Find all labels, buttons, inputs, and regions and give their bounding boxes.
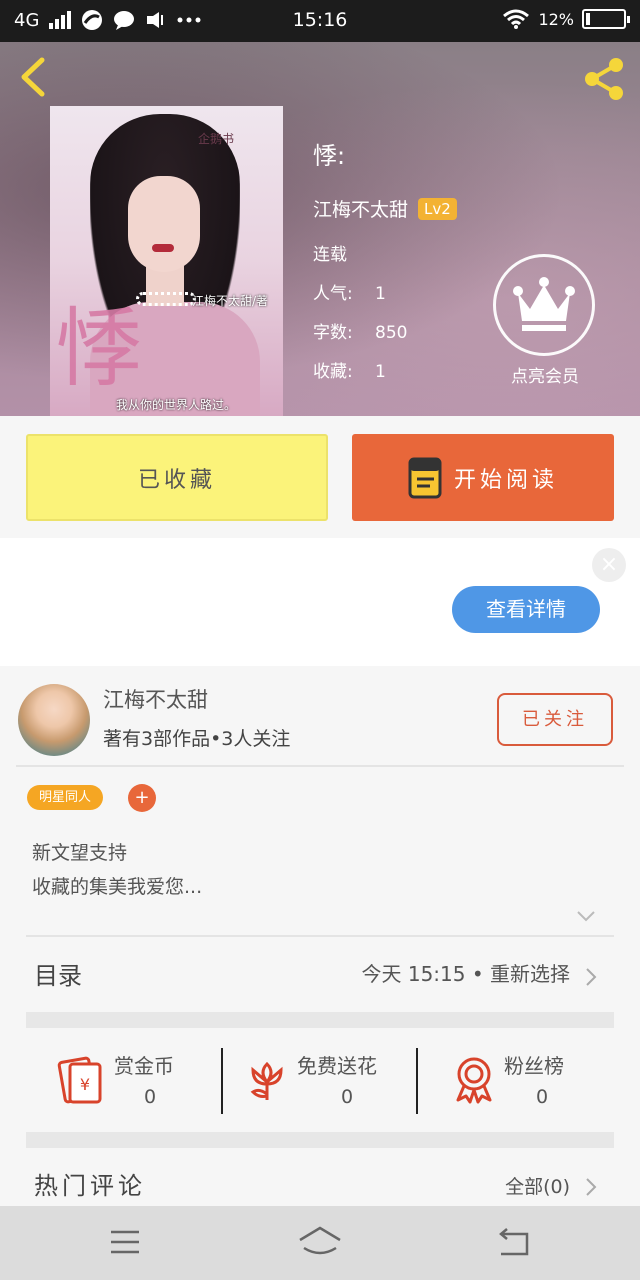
cover-big-char: 悸 [56, 299, 142, 399]
chevron-left-icon[interactable] [14, 54, 54, 100]
collected-button[interactable]: 已收藏 [26, 434, 328, 521]
rewards-row: ¥ 赏金币 0 免费送花 0 粉丝榜 0 [26, 1030, 614, 1128]
avatar[interactable] [18, 684, 90, 756]
system-navbar [0, 1206, 640, 1280]
reward-value: 0 [536, 1086, 549, 1108]
author-card-meta: 著有3部作品•3人关注 [103, 728, 291, 750]
reward-fans[interactable]: 粉丝榜 0 [418, 1030, 614, 1128]
catalog-value: 今天 15:15 • 重新选择 [361, 962, 570, 986]
book-title: 悸: [313, 142, 346, 170]
catalog-label: 目录 [34, 962, 82, 990]
cover-necklace [136, 292, 196, 306]
ad-banner: × 查看详情 [0, 538, 640, 666]
divider [26, 935, 614, 937]
stat-key: 字数: [313, 323, 353, 343]
all-comments-link[interactable]: 全部(0) [505, 1172, 570, 1199]
close-icon[interactable]: × [592, 548, 626, 582]
flower-icon [250, 1061, 283, 1100]
back-icon[interactable] [491, 1222, 539, 1262]
battery-label: 12% [538, 9, 574, 29]
chevron-right-icon [586, 968, 597, 986]
vip-button[interactable] [493, 254, 595, 356]
red-envelope-icon: ¥ [57, 1056, 102, 1104]
stat-popularity: 人气: 1 [313, 279, 457, 304]
reward-label: 粉丝榜 [504, 1054, 564, 1078]
chevron-down-icon[interactable] [576, 906, 596, 926]
cover-face [128, 176, 200, 272]
crown-icon [513, 277, 575, 331]
section-band [26, 1132, 614, 1148]
stat-value: 1 [375, 284, 386, 304]
reward-label: 赏金币 [114, 1054, 174, 1078]
stat-collections: 收藏: 1 [313, 357, 457, 382]
reward-value: 0 [144, 1086, 157, 1108]
view-details-button[interactable]: 查看详情 [452, 586, 600, 633]
section-band [26, 1012, 614, 1028]
book-icon [408, 457, 442, 498]
description-line: 收藏的集美我爱您... [32, 876, 203, 898]
tag-chip[interactable]: 明星同人 [27, 785, 104, 810]
status-right: 12% [502, 9, 630, 29]
home-icon[interactable] [296, 1222, 344, 1262]
stat-value: 1 [375, 362, 386, 382]
author-name[interactable]: 江梅不太甜 [313, 195, 408, 222]
level-badge: Lv2 [418, 197, 457, 220]
stat-value: 850 [375, 323, 408, 343]
book-cover[interactable]: 悸 企鹅书 江梅不太甜/著 我从你的世界人路过。 [50, 106, 283, 416]
add-tag-button[interactable]: + [128, 784, 156, 812]
book-description: 新文望支持 收藏的集美我爱您... [32, 836, 202, 904]
svg-text:¥: ¥ [80, 1075, 90, 1094]
stat-key: 人气: [313, 284, 353, 304]
reward-flowers[interactable]: 免费送花 0 [223, 1030, 417, 1128]
reward-value: 0 [341, 1086, 354, 1108]
status-bar: 4G 15:16 12% [0, 0, 640, 42]
cover-slogan: 我从你的世界人路过。 [116, 398, 237, 412]
vip-label: 点亮会员 [511, 367, 579, 387]
book-info: 悸: 江梅不太甜 Lv2 连载 人气: 1 字数: 850 收藏: 1 [313, 136, 457, 382]
battery-icon [582, 9, 630, 29]
share-icon[interactable] [580, 56, 628, 102]
description-line: 新文望支持 [32, 842, 128, 864]
author-card-name[interactable]: 江梅不太甜 [103, 684, 208, 714]
author-card: 江梅不太甜 著有3部作品•3人关注 已关注 [0, 666, 640, 766]
book-header: 悸 企鹅书 江梅不太甜/著 我从你的世界人路过。 悸: 江梅不太甜 Lv2 连载… [0, 42, 640, 416]
cover-tag: 企鹅书 [198, 132, 235, 146]
followed-button[interactable]: 已关注 [497, 693, 613, 746]
hot-comments-label: 热门评论 [34, 1172, 146, 1200]
action-bar: 已收藏 开始阅读 [0, 416, 640, 538]
start-reading-button[interactable]: 开始阅读 [352, 434, 614, 521]
chevron-right-icon [586, 1178, 597, 1196]
author-row: 江梅不太甜 Lv2 [313, 195, 457, 222]
menu-icon[interactable] [101, 1222, 149, 1262]
catalog-row[interactable]: 目录 今天 15:15 • 重新选择 [26, 938, 614, 1010]
cover-lips [152, 244, 174, 252]
reward-label: 免费送花 [297, 1054, 377, 1078]
wifi-icon [503, 9, 530, 29]
stat-key: 收藏: [313, 362, 353, 382]
cover-author: 江梅不太甜/著 [192, 294, 269, 308]
start-reading-label: 开始阅读 [453, 467, 558, 493]
medal-icon [456, 1057, 492, 1104]
book-status: 连载 [313, 245, 347, 265]
hot-comments-row[interactable]: 热门评论 全部(0) [26, 1150, 614, 1206]
reward-coins[interactable]: ¥ 赏金币 0 [26, 1030, 222, 1128]
stat-word-count: 字数: 850 [313, 318, 457, 343]
battery-fill [586, 13, 590, 25]
divider [16, 765, 624, 767]
